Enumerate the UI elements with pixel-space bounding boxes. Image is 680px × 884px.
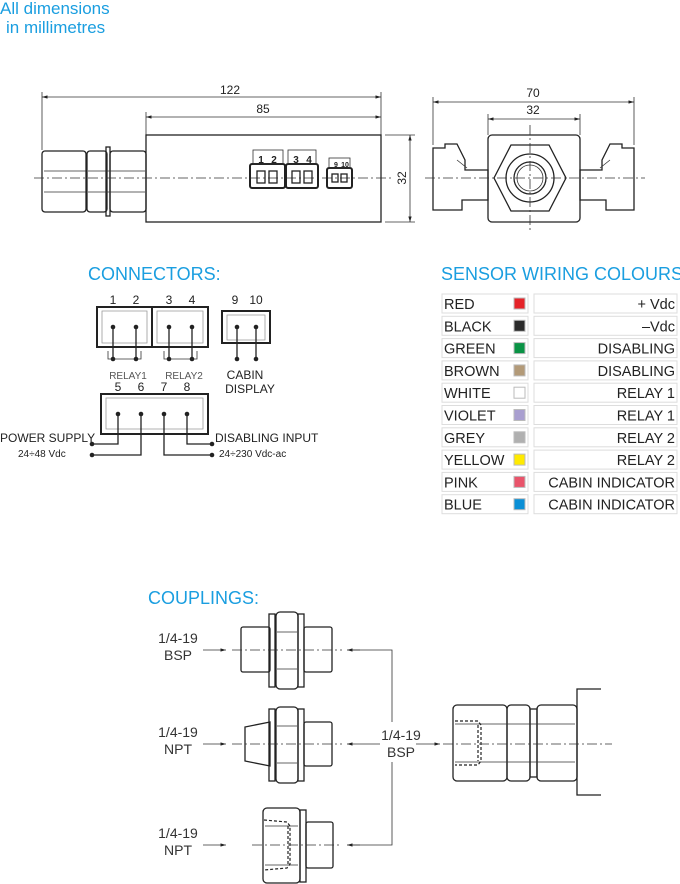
colour-name: YELLOW (444, 453, 505, 469)
side-pin-3: 3 (293, 155, 299, 166)
wire-function: CABIN INDICATOR (548, 475, 675, 491)
pin-2-label: 2 (133, 293, 140, 307)
power-supply-label: POWER SUPPLY (0, 431, 95, 445)
technical-drawing: All dimensions in millimetres 122 85 32 … (0, 0, 680, 884)
colour-name: WHITE (444, 386, 491, 402)
note-line2: in millimetres (6, 18, 105, 37)
colour-swatch (513, 475, 526, 488)
wire-function: RELAY 2 (617, 431, 675, 447)
wiring-table: SENSOR WIRING COLOURS RED + Vdc BLACK –Vdc G… (441, 264, 680, 515)
connectors-diagram: CONNECTORS: 1 2 3 4 9 10 RELAY1 RELAY2 C… (0, 264, 319, 460)
wire-function: DISABLING (598, 342, 675, 358)
sensor-port-size: 1/4-19 (381, 727, 421, 743)
coupling-2-size: 1/4-19 (158, 724, 198, 740)
disabling-input-label: DISABLING INPUT (215, 431, 319, 445)
dim-32-width: 32 (526, 103, 540, 117)
side-pin-1: 1 (258, 155, 264, 166)
wiring-row: GREEN DISABLING (441, 338, 678, 359)
colour-swatch (513, 453, 526, 466)
wire-function: RELAY 2 (617, 453, 675, 469)
pin-7-label: 7 (161, 380, 168, 394)
colour-name: BROWN (444, 364, 500, 380)
colour-swatch (513, 386, 526, 399)
wire-function: DISABLING (598, 364, 675, 380)
power-voltage-label: 24÷48 Vdc (18, 449, 66, 460)
coupling-3-size: 1/4-19 (158, 825, 198, 841)
wiring-row: WHITE RELAY 1 (441, 382, 678, 403)
pin-6-label: 6 (138, 380, 145, 394)
wiring-row: YELLOW RELAY 2 (441, 449, 678, 470)
colour-swatch (513, 498, 526, 511)
wire-function: RELAY 1 (617, 386, 675, 402)
display-label: DISPLAY (225, 382, 275, 396)
connectors-title: CONNECTORS: (88, 264, 221, 284)
colour-swatch (513, 364, 526, 377)
wiring-row: VIOLET RELAY 1 (441, 405, 678, 425)
colour-name: PINK (444, 475, 478, 491)
colour-swatch (513, 297, 526, 310)
pin-5-label: 5 (115, 380, 122, 394)
coupling-3-thread: NPT (164, 842, 192, 858)
dim-70: 70 (526, 86, 540, 100)
couplings-title: COUPLINGS: (148, 588, 259, 608)
wire-function: –Vdc (642, 319, 675, 335)
colour-swatch (513, 342, 526, 355)
wiring-row: RED + Vdc (441, 293, 678, 314)
side-pin-4: 4 (306, 155, 312, 166)
coupling-1-thread: BSP (164, 647, 192, 663)
colour-swatch (513, 319, 526, 332)
wire-function: CABIN INDICATOR (548, 498, 675, 514)
pin-3-label: 3 (166, 293, 173, 307)
colour-swatch (513, 409, 526, 421)
side-pin-10: 10 (341, 162, 349, 169)
pin-1-label: 1 (110, 293, 117, 307)
pin-9-label: 9 (232, 293, 239, 307)
pin-4-label: 4 (189, 293, 196, 307)
colour-name: BLUE (444, 498, 482, 514)
side-pin-2: 2 (271, 155, 277, 166)
pin-8-label: 8 (184, 380, 191, 394)
wiring-row: BLUE CABIN INDICATOR (441, 494, 678, 515)
pin-10-label: 10 (249, 293, 263, 307)
colour-name: GREY (444, 431, 485, 447)
wiring-row: BLACK –Vdc (441, 315, 678, 336)
wiring-row: GREY RELAY 2 (441, 427, 678, 448)
dim-32-height: 32 (395, 171, 409, 185)
coupling-2-thread: NPT (164, 741, 192, 757)
sensor-port-thread: BSP (387, 744, 415, 760)
disabling-voltage-label: 24÷230 Vdc-ac (219, 449, 286, 460)
wiring-row: BROWN DISABLING (441, 360, 678, 381)
colour-swatch (513, 431, 526, 444)
colour-name: VIOLET (444, 409, 496, 425)
wire-function: RELAY 1 (617, 409, 675, 425)
couplings-diagram: COUPLINGS: 1/4-19 BSP 1/4-19 NPT 1/4-19 … (148, 588, 612, 884)
side-pin-9: 9 (334, 162, 338, 169)
colour-name: RED (444, 297, 475, 313)
wiring-title: SENSOR WIRING COLOURS (441, 264, 680, 284)
dim-85: 85 (256, 102, 270, 116)
coupling-1-size: 1/4-19 (158, 630, 198, 646)
wire-function: + Vdc (638, 297, 675, 313)
dim-122: 122 (220, 83, 240, 97)
colour-name: GREEN (444, 342, 496, 358)
note-line1: All dimensions (0, 0, 110, 18)
front-view: 70 32 (425, 86, 645, 232)
wiring-row: PINK CABIN INDICATOR (441, 471, 678, 492)
cabin-label: CABIN (227, 368, 264, 382)
side-view: 122 85 32 1 2 3 4 9 10 (34, 83, 415, 223)
colour-name: BLACK (444, 319, 492, 335)
